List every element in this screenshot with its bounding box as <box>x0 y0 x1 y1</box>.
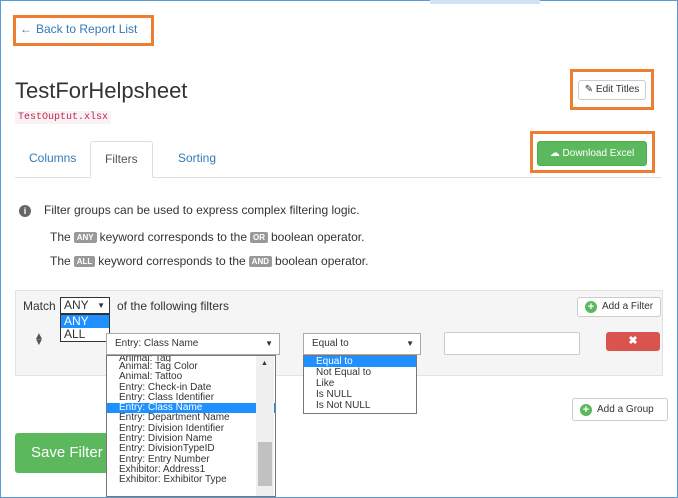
tab-filters[interactable]: Filters <box>90 141 153 178</box>
add-filter-button[interactable]: + Add a Filter <box>577 297 661 317</box>
scroll-up-arrow-icon[interactable]: ▲ <box>261 360 268 367</box>
plus-circle-icon: + <box>580 404 592 416</box>
plus-circle-icon: + <box>585 301 597 313</box>
info-text: The <box>50 230 71 244</box>
filter-field-select[interactable]: Entry: Class Name ▼ <box>106 333 280 355</box>
info-line-3: The ALL keyword corresponds to the AND boole… <box>50 254 368 268</box>
caret-down-icon: ▼ <box>406 339 414 348</box>
match-select[interactable]: ANY ▼ <box>60 297 110 314</box>
keyword-badge-any: ANY <box>73 232 97 243</box>
highlight-box-back-link <box>13 15 154 46</box>
match-selected-value: ANY <box>64 298 89 312</box>
caret-down-icon: ▼ <box>265 339 273 348</box>
caret-down-icon: ▼ <box>97 301 105 310</box>
match-option-all[interactable]: ALL <box>61 328 109 341</box>
operator-option-selected[interactable]: Equal to <box>304 356 416 367</box>
info-line-1: Filter groups can be used to express com… <box>44 203 360 217</box>
add-group-button[interactable]: + Add a Group <box>572 398 668 421</box>
field-selected-value: Entry: Class Name <box>115 338 199 349</box>
match-options-dropdown: ANY ALL <box>60 314 110 342</box>
keyword-badge-and: AND <box>248 256 273 267</box>
operator-option[interactable]: Not Equal to <box>304 367 416 378</box>
add-filter-label: Add a Filter <box>602 301 654 312</box>
field-option[interactable]: Exhibitor: Exhibitor Type <box>107 474 275 485</box>
highlight-box-download-excel <box>530 131 655 173</box>
field-list-scrollbar[interactable]: ▲ <box>256 356 274 496</box>
info-text: boolean operator. <box>271 230 365 244</box>
operator-option[interactable]: Is Not NULL <box>304 400 416 411</box>
operator-option[interactable]: Is NULL <box>304 389 416 400</box>
keyword-badge-or: OR <box>250 232 268 243</box>
info-text: boolean operator. <box>275 254 369 268</box>
output-filename: TestOuptut.xlsx <box>15 111 112 124</box>
match-label: Match <box>23 299 56 313</box>
drag-sort-icon[interactable]: ▲ ▼ <box>34 332 44 348</box>
info-icon: i <box>19 205 31 217</box>
match-suffix-text: of the following filters <box>117 299 230 313</box>
operator-option[interactable]: Like <box>304 378 416 389</box>
page-title: TestForHelpsheet <box>15 78 188 103</box>
delete-filter-button[interactable]: ✖ <box>606 332 660 351</box>
info-text: The <box>50 254 71 268</box>
save-filter-button[interactable]: Save Filter <box>15 433 111 473</box>
filter-value-input[interactable] <box>444 332 580 355</box>
highlight-box-edit-titles <box>570 69 654 110</box>
info-line-2: The ANY keyword corresponds to the OR boolea… <box>50 230 364 244</box>
scroll-thumb[interactable] <box>258 442 272 486</box>
operator-options-dropdown: Equal to Not Equal to Like Is NULL Is No… <box>303 355 417 414</box>
top-strip <box>430 0 540 4</box>
tab-columns[interactable]: Columns <box>15 141 90 176</box>
filter-operator-select[interactable]: Equal to ▼ <box>303 333 421 355</box>
keyword-badge-all: ALL <box>73 256 96 267</box>
add-group-label: Add a Group <box>597 404 654 415</box>
info-text: keyword corresponds to the <box>99 230 247 244</box>
tab-sorting[interactable]: Sorting <box>164 141 230 176</box>
operator-selected-value: Equal to <box>312 338 349 349</box>
info-text: keyword corresponds to the <box>98 254 246 268</box>
field-options-dropdown: Animal: Tag Animal: Tag Color Animal: Ta… <box>106 355 276 497</box>
